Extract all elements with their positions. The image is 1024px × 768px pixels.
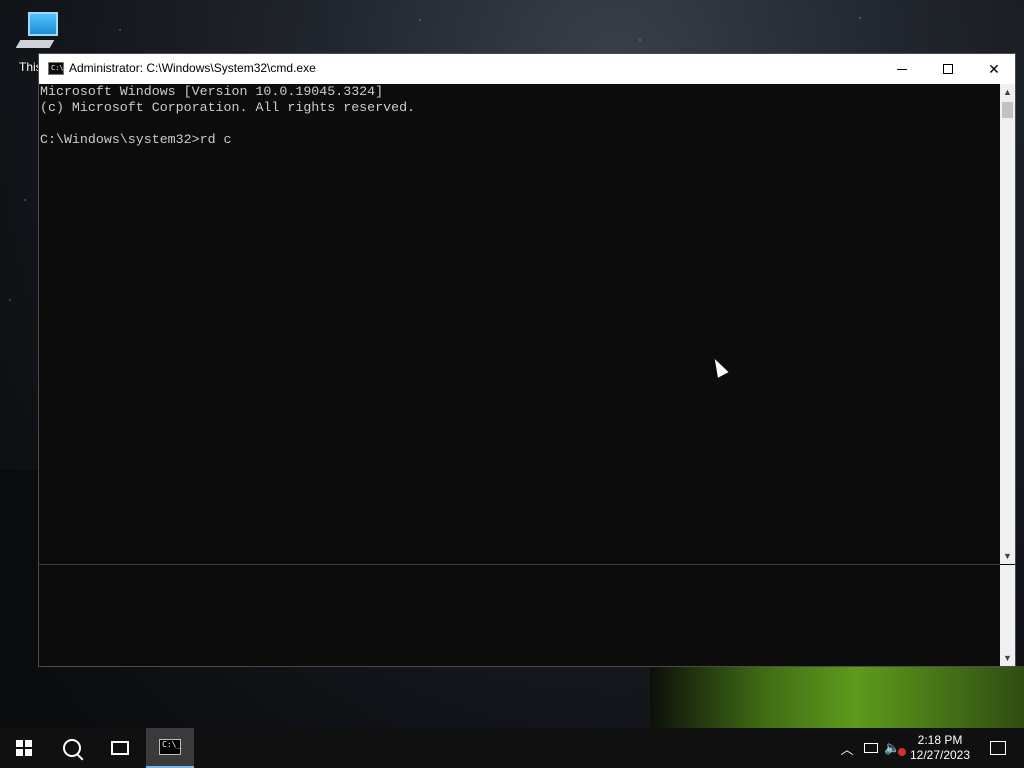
show-hidden-icons-button[interactable]: ︿ [838, 728, 856, 768]
scroll-thumb[interactable] [1002, 102, 1013, 118]
console-lower-pane [39, 565, 1000, 666]
computer-icon [28, 12, 58, 36]
maximize-button[interactable] [925, 54, 971, 84]
console-prompt-line: C:\Windows\system32>rd c [40, 132, 232, 147]
close-button[interactable]: ✕ [971, 54, 1017, 84]
search-icon [63, 739, 81, 757]
clock-date: 12/27/2023 [909, 748, 971, 762]
computer-stand-icon [15, 40, 55, 48]
task-view-button[interactable] [96, 728, 144, 768]
volume-button[interactable]: 🔈 [884, 728, 906, 768]
notification-icon [990, 741, 1006, 755]
mute-badge-icon [898, 748, 906, 756]
cmd-icon: C:\_ [159, 739, 181, 755]
scroll-up-icon[interactable]: ▲ [1002, 86, 1013, 98]
notifications-button[interactable] [978, 728, 1018, 768]
taskbar-cmd-button[interactable]: C:\_ [146, 728, 194, 768]
console-line: (c) Microsoft Corporation. All rights re… [40, 100, 416, 115]
network-icon [864, 743, 878, 753]
minimize-icon [897, 68, 907, 70]
title-bar[interactable]: C:\ Administrator: C:\Windows\System32\c… [39, 54, 1015, 84]
scroll-down-icon[interactable]: ▼ [1002, 550, 1013, 562]
start-button[interactable] [0, 728, 48, 768]
chevron-up-icon: ︿ [840, 741, 854, 757]
cmd-window: C:\ Administrator: C:\Windows\System32\c… [38, 53, 1016, 667]
clock[interactable]: 2:18 PM 12/27/2023 [906, 728, 974, 768]
scroll-down-icon[interactable]: ▼ [1002, 652, 1013, 664]
search-button[interactable] [48, 728, 96, 768]
cmd-title-icon: C:\ [48, 62, 64, 75]
clock-time: 2:18 PM [917, 733, 963, 747]
close-icon: ✕ [988, 60, 1000, 77]
task-view-icon [111, 741, 129, 755]
wallpaper-ground [0, 470, 40, 728]
console-output[interactable]: Microsoft Windows [Version 10.0.19045.33… [39, 84, 1000, 564]
window-title: Administrator: C:\Windows\System32\cmd.e… [69, 61, 316, 75]
minimize-button[interactable] [879, 54, 925, 84]
wallpaper-tent [650, 666, 1024, 728]
lower-scrollbar[interactable]: ▼ [1000, 565, 1015, 666]
taskbar: C:\_ ︿ 🔈 2:18 PM 12/27/2023 [0, 728, 1024, 768]
vertical-scrollbar[interactable]: ▲ ▼ [1000, 84, 1015, 564]
network-button[interactable] [860, 728, 882, 768]
windows-logo-icon [16, 740, 32, 756]
console-line: Microsoft Windows [Version 10.0.19045.33… [40, 84, 384, 99]
maximize-icon [943, 64, 953, 74]
